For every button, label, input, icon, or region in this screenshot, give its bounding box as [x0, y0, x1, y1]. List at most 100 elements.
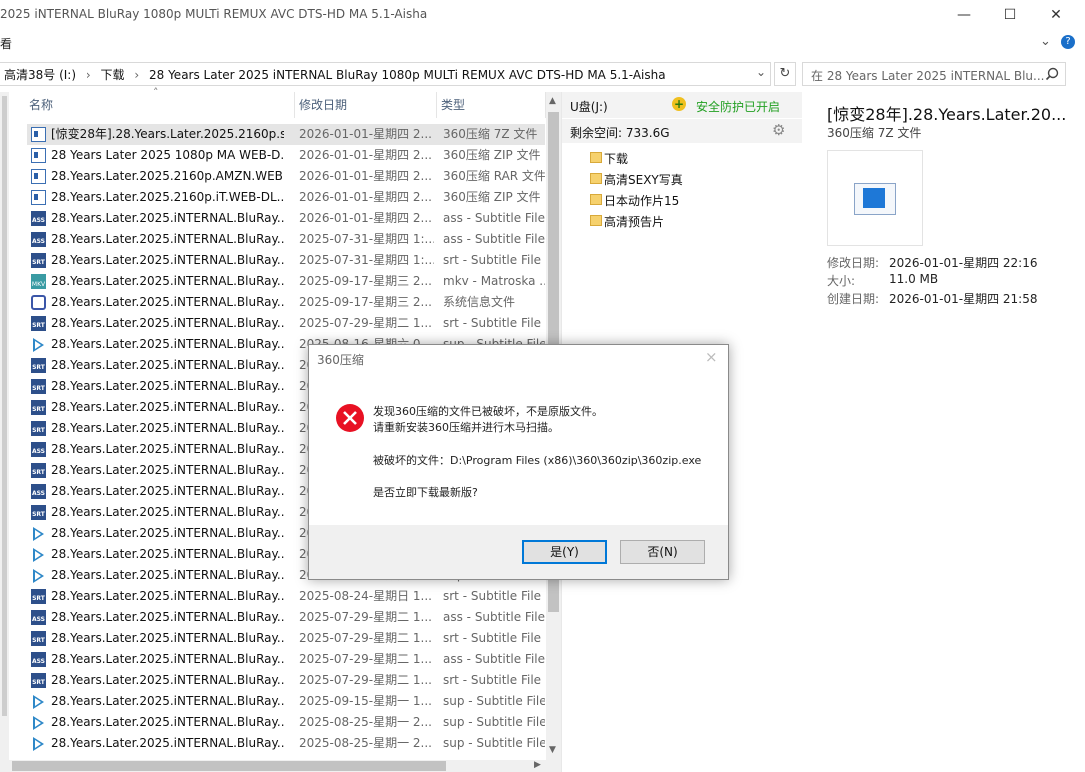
file-row[interactable]: 28 Years Later 2025 1080p MA WEB-D... 202… [27, 145, 545, 166]
ass-file-icon: ASS [31, 610, 46, 625]
file-row[interactable]: 28.Years.Later.2025.iNTERNAL.BluRay.... 2… [27, 292, 545, 313]
search-input[interactable]: 在 28 Years Later 2025 iNTERNAL Blu... [802, 62, 1066, 86]
file-row[interactable]: ASS 28.Years.Later.2025.iNTERNAL.BluRay..… [27, 607, 545, 628]
file-row[interactable]: SRT 28.Years.Later.2025.iNTERNAL.BluRay..… [27, 628, 545, 649]
srt-file-icon: SRT [31, 589, 46, 604]
dialog-message-line1: 发现360压缩的文件已被破坏，不是原版文件。 [373, 405, 603, 418]
breadcrumb-folder[interactable]: 28 Years Later 2025 iNTERNAL BluRay 1080… [149, 68, 666, 82]
file-date: 2025-07-31-星期四 1:... [299, 232, 434, 246]
column-header-date[interactable]: 修改日期 [295, 92, 437, 118]
property-label: 大小: [827, 274, 856, 288]
yes-button[interactable]: 是(Y) [522, 540, 607, 564]
minimize-button[interactable]: — [941, 0, 987, 30]
file-row[interactable]: ASS 28.Years.Later.2025.iNTERNAL.BluRay..… [27, 208, 545, 229]
dialog-message-line2: 请重新安装360压缩并进行木马扫描。 [373, 421, 559, 434]
breadcrumb-download[interactable]: 下载 [101, 68, 125, 82]
menu-view[interactable]: 看 [0, 35, 12, 52]
ass-file-icon: ASS [31, 652, 46, 667]
details-pane: [惊变28年].28.Years.Later.20... 360压缩 7Z 文件… [802, 92, 1085, 772]
gear-icon[interactable]: ⚙ [772, 121, 785, 139]
file-row[interactable]: 28.Years.Later.2025.2160p.iT.WEB-DL.... 2… [27, 187, 545, 208]
file-type: 360压缩 RAR 文件 [443, 169, 545, 183]
close-button[interactable]: ✕ [1033, 0, 1079, 30]
column-header-type[interactable]: 类型 [437, 92, 546, 118]
ass-file-icon: ASS [31, 232, 46, 247]
srt-file-icon: SRT [31, 379, 46, 394]
breadcrumb-separator-icon[interactable]: › [86, 68, 91, 82]
horizontal-scroll-thumb[interactable] [12, 761, 446, 771]
file-row[interactable]: SRT 28.Years.Later.2025.iNTERNAL.BluRay..… [27, 313, 545, 334]
breadcrumb-drive[interactable]: 高清38号 (I:) [4, 68, 76, 82]
folder-icon [590, 194, 602, 205]
file-row[interactable]: SRT 28.Years.Later.2025.iNTERNAL.BluRay..… [27, 586, 545, 607]
ribbon-expand-icon[interactable]: ⌄ [1040, 34, 1051, 49]
file-row[interactable]: 28.Years.Later.2025.iNTERNAL.BluRay.... 2… [27, 712, 545, 733]
usb-folder-item[interactable]: 高清预告片 [604, 213, 664, 230]
usb-folder-item[interactable]: 高清SEXY写真 [604, 171, 683, 188]
maximize-button[interactable]: ☐ [987, 0, 1033, 30]
file-row[interactable]: 28.Years.Later.2025.2160p.AMZN.WEB.... 20… [27, 166, 545, 187]
file-date: 2025-07-29-星期二 1... [299, 316, 432, 330]
file-row[interactable]: 28.Years.Later.2025.iNTERNAL.BluRay.... 2… [27, 733, 545, 754]
file-date: 2025-07-31-星期四 1:... [299, 253, 434, 267]
file-type: mkv - Matroska ... [443, 274, 545, 288]
file-name: 28.Years.Later.2025.iNTERNAL.BluRay.... [51, 715, 284, 729]
sys-file-icon [31, 295, 46, 310]
file-row[interactable]: [惊变28年].28.Years.Later.2025.2160p.s... 20… [27, 124, 545, 145]
address-bar[interactable]: 高清38号 (I:) › 下载 › 28 Years Later 2025 iN… [0, 62, 771, 86]
srt-file-icon: SRT [31, 421, 46, 436]
file-date: 2025-07-29-星期二 1... [299, 631, 432, 645]
file-name: 28.Years.Later.2025.iNTERNAL.BluRay.... [51, 400, 284, 414]
scroll-up-icon[interactable]: ▲ [549, 96, 556, 106]
usb-folder-item[interactable]: 日本动作片15 [604, 192, 679, 209]
file-row[interactable]: SRT 28.Years.Later.2025.iNTERNAL.BluRay..… [27, 670, 545, 691]
file-thumbnail [827, 150, 923, 246]
search-icon[interactable] [1045, 67, 1059, 81]
file-name: 28.Years.Later.2025.iNTERNAL.BluRay.... [51, 358, 284, 372]
protection-status[interactable]: 安全防护已开启 [696, 98, 780, 115]
file-date: 2025-08-25-星期一 2... [299, 715, 432, 729]
srt-file-icon: SRT [31, 505, 46, 520]
file-name: 28.Years.Later.2025.iNTERNAL.BluRay.... [51, 736, 284, 750]
file-name: 28.Years.Later.2025.iNTERNAL.BluRay.... [51, 316, 284, 330]
scroll-down-icon[interactable]: ▼ [549, 745, 556, 755]
file-date: 2025-07-29-星期二 1... [299, 673, 432, 687]
folder-icon [590, 152, 602, 163]
detail-filetype: 360压缩 7Z 文件 [827, 126, 922, 140]
file-type: sup - Subtitle File [443, 736, 545, 750]
dialog-title: 360压缩 [317, 353, 364, 367]
file-date: 2026-01-01-星期四 2... [299, 190, 432, 204]
file-row[interactable]: 28.Years.Later.2025.iNTERNAL.BluRay.... 2… [27, 691, 545, 712]
dialog-close-icon[interactable]: × [705, 348, 718, 366]
scroll-right-icon[interactable]: ▶ [534, 760, 541, 770]
archive-icon [854, 183, 896, 215]
file-row[interactable]: ASS 28.Years.Later.2025.iNTERNAL.BluRay..… [27, 649, 545, 670]
folder-icon [590, 215, 602, 226]
dialog-question: 是否立即下载最新版? [373, 486, 478, 499]
file-name: 28.Years.Later.2025.iNTERNAL.BluRay.... [51, 589, 284, 603]
breadcrumb-separator-icon[interactable]: › [134, 68, 139, 82]
file-type: ass - Subtitle File [443, 610, 545, 624]
file-row[interactable]: ASS 28.Years.Later.2025.iNTERNAL.BluRay..… [27, 229, 545, 250]
address-dropdown-icon[interactable]: ⌄ [756, 65, 766, 79]
file-row[interactable]: MKV 28.Years.Later.2025.iNTERNAL.BluRay..… [27, 271, 545, 292]
srt-file-icon: SRT [31, 463, 46, 478]
file-row[interactable]: SRT 28.Years.Later.2025.iNTERNAL.BluRay..… [27, 250, 545, 271]
nav-pane-scroll-thumb[interactable] [2, 96, 7, 716]
file-name: 28.Years.Later.2025.iNTERNAL.BluRay.... [51, 652, 284, 666]
file-date: 2025-08-25-星期一 2... [299, 736, 432, 750]
file-date: 2026-01-01-星期四 2... [299, 211, 432, 225]
arc-file-icon [31, 169, 46, 184]
help-icon[interactable]: ? [1061, 35, 1075, 49]
arc-file-icon [31, 127, 46, 142]
refresh-button[interactable]: ↻ [774, 62, 796, 86]
play-file-icon [33, 569, 44, 583]
no-button[interactable]: 否(N) [620, 540, 705, 564]
play-file-icon [33, 548, 44, 562]
arc-file-icon [31, 190, 46, 205]
ass-file-icon: ASS [31, 442, 46, 457]
file-date: 2025-09-15-星期一 1... [299, 694, 432, 708]
column-header-name[interactable]: 名称 [25, 92, 295, 118]
usb-drive-title: U盘(J:) [570, 100, 608, 114]
usb-folder-item[interactable]: 下载 [604, 150, 628, 167]
